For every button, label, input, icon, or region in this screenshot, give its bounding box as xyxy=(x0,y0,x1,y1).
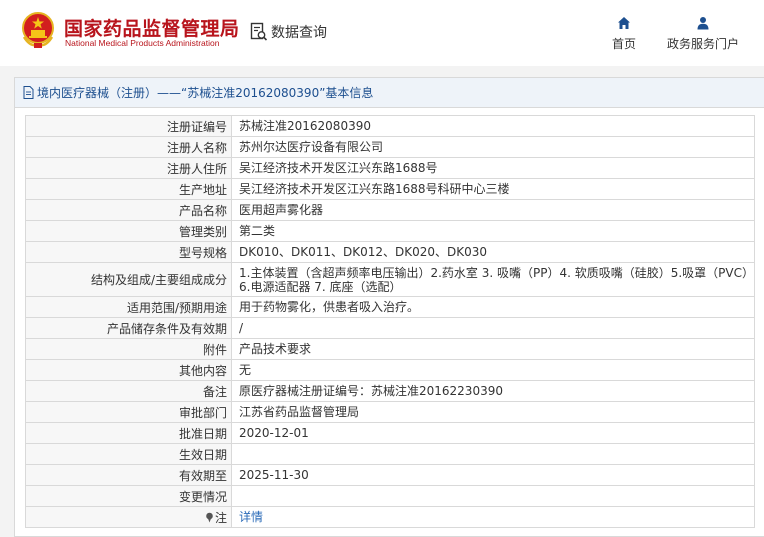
table-row: 管理类别 第二类 xyxy=(25,220,755,242)
table-row: 有效期至 2025-11-30 xyxy=(25,464,755,486)
data-query-icon xyxy=(250,22,268,41)
row-value: 吴江经济技术开发区江兴东路1688号 xyxy=(231,157,755,179)
table-row: 型号规格 DK010、DK011、DK012、DK020、DK030 xyxy=(25,241,755,263)
row-value: DK010、DK011、DK012、DK020、DK030 xyxy=(231,241,755,263)
table-row: 生产地址 吴江经济技术开发区江兴东路1688号科研中心三楼 xyxy=(25,178,755,200)
national-emblem-icon xyxy=(22,12,54,48)
panel-title: 境内医疗器械（注册）——“苏械注准20162080390”基本信息 xyxy=(37,86,374,100)
table-row: 备注 原医疗器械注册证编号：苏械注准20162230390 xyxy=(25,380,755,402)
row-value: 苏州尔达医疗设备有限公司 xyxy=(231,136,755,158)
row-value-line-1: 1.主体装置（含超声频率电压输出）2.药水室 3. 吸嘴（PP）4. 软质吸嘴（… xyxy=(239,265,754,280)
panel-title-bar: 境内医疗器械（注册）——“苏械注准20162080390”基本信息 xyxy=(15,78,764,108)
row-label: 产品名称 xyxy=(25,199,232,221)
row-label: 备注 xyxy=(25,380,232,402)
row-value: 2020-12-01 xyxy=(231,422,755,444)
table-row: 注 详情 xyxy=(25,506,755,528)
table-row: 产品名称 医用超声雾化器 xyxy=(25,199,755,221)
row-label: 注册人名称 xyxy=(25,136,232,158)
row-value: / xyxy=(231,317,755,339)
pin-icon xyxy=(206,512,213,522)
row-label: 附件 xyxy=(25,338,232,360)
home-icon xyxy=(618,17,630,29)
row-label: 生效日期 xyxy=(25,443,232,465)
site-title-english: National Medical Products Administration xyxy=(65,38,220,48)
table-row: 附件 产品技术要求 xyxy=(25,338,755,360)
nav-gov-portal[interactable]: 政务服务门户 xyxy=(667,16,739,52)
site-title: 国家药品监督管理局 xyxy=(64,18,240,40)
table-row: 结构及组成/主要组成成分 1.主体装置（含超声频率电压输出）2.药水室 3. 吸嘴… xyxy=(25,262,755,297)
table-row: 其他内容无 xyxy=(25,359,755,381)
row-label: 注册人住所 xyxy=(25,157,232,179)
nav-gov-label: 政务服务门户 xyxy=(667,37,740,51)
row-value xyxy=(231,485,755,507)
row-label: 变更情况 xyxy=(25,485,232,507)
row-label: 生产地址 xyxy=(25,178,232,200)
info-panel: 境内医疗器械（注册）——“苏械注准20162080390”基本信息 注册证编号苏… xyxy=(14,77,764,537)
nav-home-label: 首页 xyxy=(612,37,637,51)
row-value: 详情 xyxy=(231,506,755,528)
row-label: 有效期至 xyxy=(25,464,232,486)
data-query-link[interactable]: 数据查询 xyxy=(250,20,327,44)
note-label-text: 注 xyxy=(214,510,227,525)
data-query-label: 数据查询 xyxy=(271,25,327,41)
table-row: 注册人住所 吴江经济技术开发区江兴东路1688号 xyxy=(25,157,755,179)
row-value: 无 xyxy=(231,359,755,381)
row-label: 管理类别 xyxy=(25,220,232,242)
note-label: 注 xyxy=(205,509,227,526)
row-label: 型号规格 xyxy=(25,241,232,263)
row-value: 用于药物雾化，供患者吸入治疗。 xyxy=(231,296,755,318)
table-row: 产品储存条件及有效期 / xyxy=(25,317,755,339)
row-label: 其他内容 xyxy=(25,359,232,381)
row-value: 第二类 xyxy=(231,220,755,242)
table-row: 批准日期 2020-12-01 xyxy=(25,422,755,444)
info-table: 注册证编号 苏械注准20162080390 注册人名称 苏州尔达医疗设备有限公司 注… xyxy=(25,115,755,528)
row-value xyxy=(231,443,755,465)
row-label: 适用范围/预期用途 xyxy=(25,296,232,318)
table-row: 注册人名称 苏州尔达医疗设备有限公司 xyxy=(25,136,755,158)
site-header: 国家药品监督管理局 National Medical Products Admi… xyxy=(0,0,764,66)
row-value: 产品技术要求 xyxy=(231,338,755,360)
row-value: 原医疗器械注册证编号：苏械注准20162230390 xyxy=(231,380,755,402)
row-label: 批准日期 xyxy=(25,422,232,444)
row-value: 江苏省药品监督管理局 xyxy=(231,401,755,423)
table-row: 适用范围/预期用途 用于药物雾化，供患者吸入治疗。 xyxy=(25,296,755,318)
row-label: 注册证编号 xyxy=(25,115,232,137)
row-label: 注 xyxy=(25,506,232,528)
row-value: 2025-11-30 xyxy=(231,464,755,486)
table-row: 生效日期 xyxy=(25,443,755,465)
nav-home[interactable]: 首页 xyxy=(612,16,636,52)
row-value: 1.主体装置（含超声频率电压输出）2.药水室 3. 吸嘴（PP）4. 软质吸嘴（… xyxy=(231,262,755,297)
table-row: 变更情况 xyxy=(25,485,755,507)
row-label: 结构及组成/主要组成成分 xyxy=(25,262,232,297)
row-value: 吴江经济技术开发区江兴东路1688号科研中心三楼 xyxy=(231,178,755,200)
row-value: 苏械注准20162080390 xyxy=(231,115,755,137)
row-value: 医用超声雾化器 xyxy=(231,199,755,221)
user-icon xyxy=(697,17,709,30)
table-row: 审批部门 江苏省药品监督管理局 xyxy=(25,401,755,423)
document-icon xyxy=(23,86,34,99)
row-value-line-2: 6.电源适配器 7. 底座（选配） xyxy=(239,279,402,294)
row-label: 产品储存条件及有效期 xyxy=(25,317,232,339)
row-label: 审批部门 xyxy=(25,401,232,423)
table-row: 注册证编号 苏械注准20162080390 xyxy=(25,115,755,137)
details-link[interactable]: 详情 xyxy=(239,510,263,524)
